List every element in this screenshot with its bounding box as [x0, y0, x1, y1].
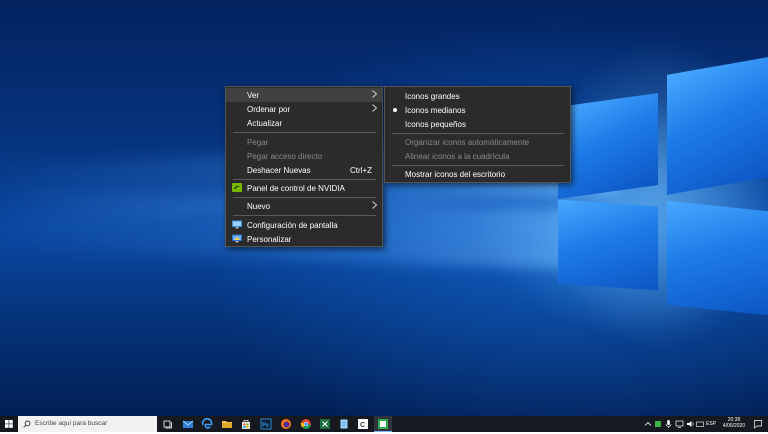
- edge-icon[interactable]: [201, 418, 213, 430]
- menu-item-configuracion-pantalla[interactable]: Configuración de pantalla: [226, 218, 382, 232]
- network-icon[interactable]: [675, 419, 684, 429]
- display-settings-icon: [232, 220, 242, 229]
- submenu-item-alinear[interactable]: Alinear iconos a la cuadrícula: [385, 149, 570, 163]
- view-submenu: Iconos grandes Iconos medianos Iconos pe…: [384, 86, 571, 183]
- menu-item-label: Nuevo: [247, 202, 271, 211]
- chevron-right-icon: [372, 90, 377, 98]
- app-c-icon[interactable]: C: [357, 418, 369, 430]
- submenu-item-label: Iconos medianos: [405, 106, 466, 115]
- search-icon: [23, 420, 31, 428]
- submenu-item-label: Organizar iconos automáticamente: [405, 138, 530, 147]
- submenu-item-label: Iconos grandes: [405, 92, 460, 101]
- menu-item-label: Ordenar por: [247, 105, 291, 114]
- menu-separator: [233, 179, 376, 180]
- submenu-separator: [392, 133, 564, 134]
- menu-item-ver[interactable]: Ver: [226, 88, 382, 102]
- menu-item-nvidia-panel[interactable]: Panel de control de NVIDIA: [226, 181, 382, 195]
- taskbar: Escribe aquí para buscar Ps C ESP 20:38 …: [0, 416, 768, 432]
- menu-item-label: Actualizar: [247, 119, 283, 128]
- firefox-icon[interactable]: [280, 418, 292, 430]
- window-logo-pane: [667, 57, 768, 195]
- menu-item-label: Deshacer Nuevas: [247, 166, 311, 175]
- photoshop-icon[interactable]: Ps: [260, 418, 272, 430]
- menu-separator: [233, 197, 376, 198]
- submenu-separator: [392, 165, 564, 166]
- chevron-right-icon: [372, 104, 377, 112]
- window-logo-pane: [558, 199, 658, 291]
- menu-item-label: Personalizar: [247, 235, 292, 244]
- menu-item-pegar-acceso-directo[interactable]: Pegar acceso directo: [226, 149, 382, 163]
- chevron-right-icon: [372, 201, 377, 209]
- submenu-item-iconos-grandes[interactable]: Iconos grandes: [385, 89, 570, 103]
- start-button[interactable]: [0, 416, 18, 432]
- green-tray-app-icon[interactable]: [654, 419, 662, 429]
- selected-bullet-icon: [393, 108, 397, 112]
- svg-text:C: C: [360, 422, 365, 429]
- menu-item-label: Pegar: [247, 138, 269, 147]
- task-view-icon[interactable]: [162, 418, 174, 430]
- menu-item-deshacer[interactable]: Deshacer Nuevas Ctrl+Z: [226, 163, 382, 177]
- menu-item-pegar[interactable]: Pegar: [226, 135, 382, 149]
- notepad-icon[interactable]: [338, 418, 350, 430]
- svg-text:Ps: Ps: [262, 422, 269, 428]
- volume-icon[interactable]: [686, 419, 695, 429]
- taskbar-search-box[interactable]: Escribe aquí para buscar: [18, 416, 157, 432]
- menu-item-personalizar[interactable]: Personalizar: [226, 232, 382, 246]
- menu-separator: [233, 132, 376, 133]
- menu-item-label: Configuración de pantalla: [247, 221, 338, 230]
- menu-item-ordenar-por[interactable]: Ordenar por: [226, 102, 382, 116]
- menu-item-actualizar[interactable]: Actualizar: [226, 116, 382, 130]
- submenu-item-label: Iconos pequeños: [405, 120, 466, 129]
- mail-icon[interactable]: [182, 418, 194, 430]
- submenu-item-mostrar-iconos[interactable]: Mostrar iconos del escritorio: [385, 167, 570, 181]
- menu-item-label: Panel de control de NVIDIA: [247, 184, 345, 193]
- notifications-icon[interactable]: [753, 419, 763, 429]
- language-indicator[interactable]: ESP: [706, 421, 716, 427]
- submenu-item-organizar[interactable]: Organizar iconos automáticamente: [385, 135, 570, 149]
- window-logo-pane: [558, 92, 658, 200]
- file-explorer-icon[interactable]: [221, 418, 233, 430]
- desktop-wallpaper[interactable]: [0, 0, 768, 416]
- search-placeholder: Escribe aquí para buscar: [35, 420, 108, 427]
- menu-item-shortcut: Ctrl+Z: [350, 166, 372, 175]
- store-icon[interactable]: [240, 418, 252, 430]
- excel-icon[interactable]: [319, 418, 331, 430]
- submenu-item-label: Mostrar iconos del escritorio: [405, 170, 506, 179]
- personalize-icon: [232, 234, 242, 243]
- submenu-item-iconos-medianos[interactable]: Iconos medianos: [385, 103, 570, 117]
- menu-item-label: Pegar acceso directo: [247, 152, 323, 161]
- menu-separator: [233, 215, 376, 216]
- windows-logo-icon: [5, 420, 13, 428]
- microphone-icon[interactable]: [665, 419, 672, 429]
- submenu-item-iconos-pequenos[interactable]: Iconos pequeños: [385, 117, 570, 131]
- desktop-context-menu: Ver Ordenar por Actualizar Pegar Pegar a…: [225, 86, 383, 247]
- window-logo-pane: [667, 200, 768, 316]
- chevron-up-icon[interactable]: [644, 419, 652, 429]
- clock-date: 4/06/2020: [722, 423, 746, 429]
- menu-item-label: Ver: [247, 91, 260, 100]
- app-green-icon[interactable]: [377, 418, 389, 430]
- nvidia-icon: [232, 183, 242, 192]
- system-clock[interactable]: 20:38 4/06/2020: [717, 417, 751, 429]
- menu-item-nuevo[interactable]: Nuevo: [226, 199, 382, 213]
- chrome-icon[interactable]: [300, 418, 312, 430]
- keyboard-icon[interactable]: [696, 419, 704, 429]
- submenu-item-label: Alinear iconos a la cuadrícula: [405, 152, 510, 161]
